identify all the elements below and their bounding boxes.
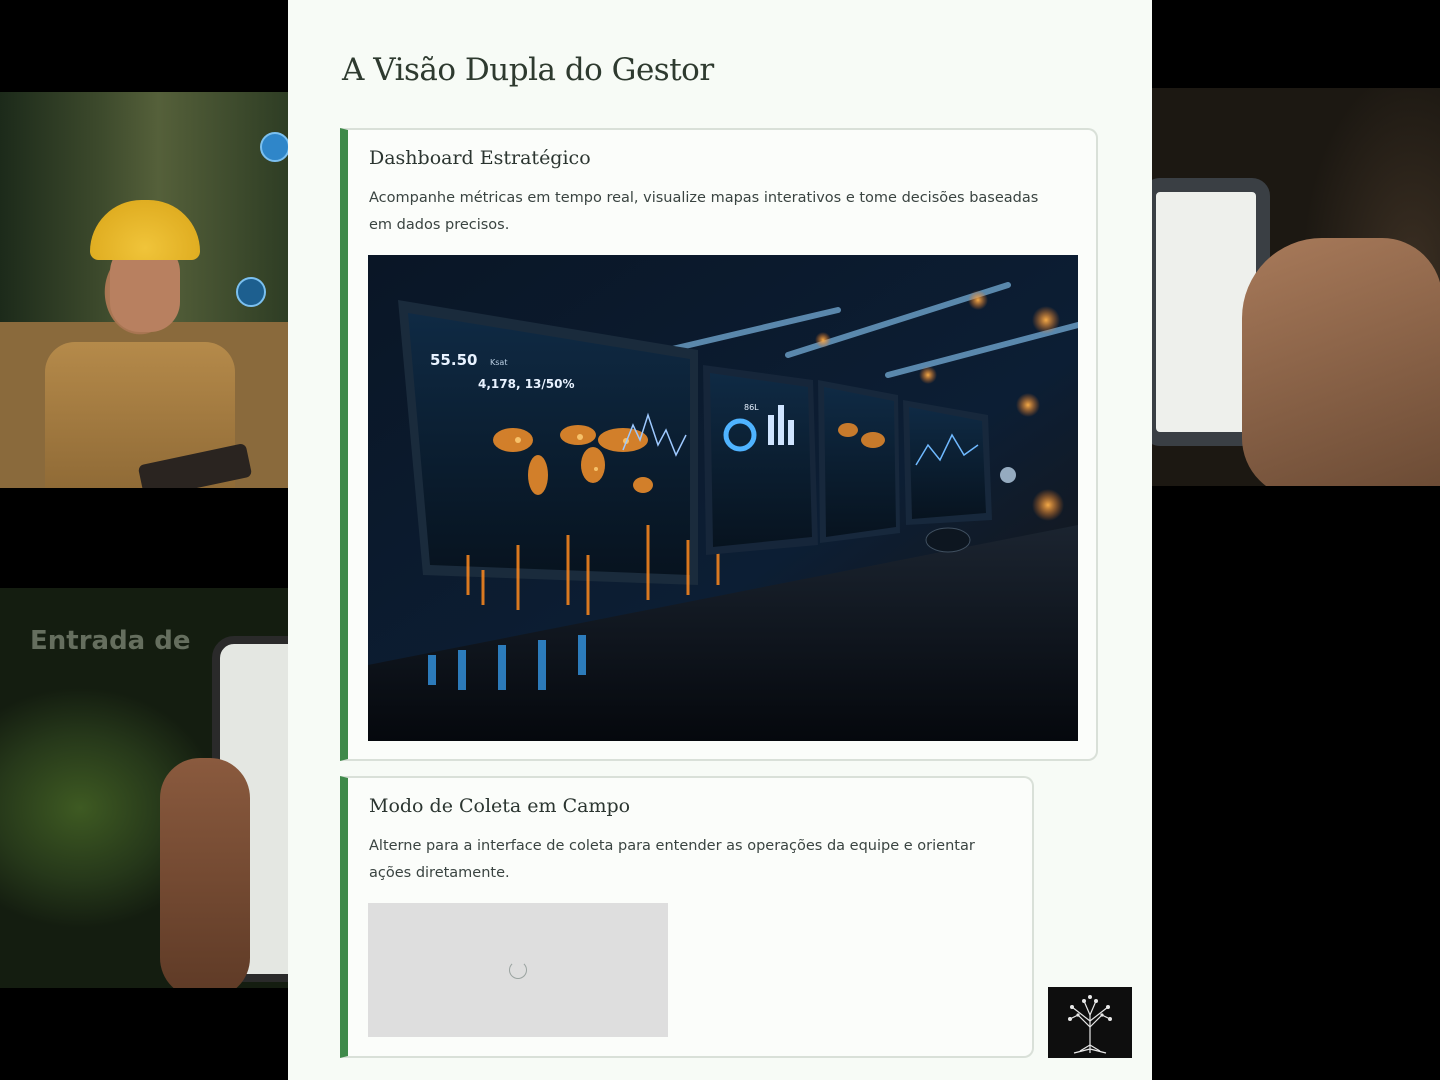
feature-card-field-collection: Modo de Coleta em Campo Alterne para a i… bbox=[340, 776, 1034, 1058]
feature-card-dashboard: Dashboard Estratégico Acompanhe métricas… bbox=[340, 128, 1098, 761]
chart-badge-icon bbox=[236, 277, 266, 307]
readout-secondary: 4,178, 13/50% bbox=[478, 377, 575, 391]
user-profile-icon bbox=[260, 132, 288, 162]
page-title: A Visão Dupla do Gestor bbox=[342, 52, 714, 88]
dashboard-illustration: 55.50 Ksat 4,178, 13/50% 86L bbox=[368, 255, 1078, 741]
background-photo-field-phone: Entrada de bbox=[0, 588, 288, 988]
background-photo-engineer-with-tablet bbox=[0, 92, 288, 488]
readout-panel: 86L bbox=[744, 403, 759, 412]
content-sheet: A Visão Dupla do Gestor Dashboard Estrat… bbox=[288, 0, 1152, 1080]
loading-spinner-icon bbox=[509, 961, 527, 979]
readout-primary-suffix: Ksat bbox=[490, 358, 507, 367]
readout-primary: 55.50 bbox=[430, 351, 477, 369]
background-overlay-text: Entrada de bbox=[30, 626, 191, 656]
card-title: Dashboard Estratégico bbox=[369, 147, 591, 169]
hand bbox=[160, 758, 250, 988]
card-description: Acompanhe métricas em tempo real, visual… bbox=[369, 190, 1039, 233]
card-description: Alterne para a interface de coleta para … bbox=[369, 838, 975, 881]
hard-hat bbox=[90, 200, 200, 260]
media-placeholder bbox=[368, 903, 668, 1037]
tree-circuit-logo-icon bbox=[1048, 987, 1132, 1058]
background-photo-tablet-in-forest bbox=[1152, 88, 1440, 486]
hand bbox=[1242, 238, 1440, 486]
card-title: Modo de Coleta em Campo bbox=[369, 795, 631, 817]
